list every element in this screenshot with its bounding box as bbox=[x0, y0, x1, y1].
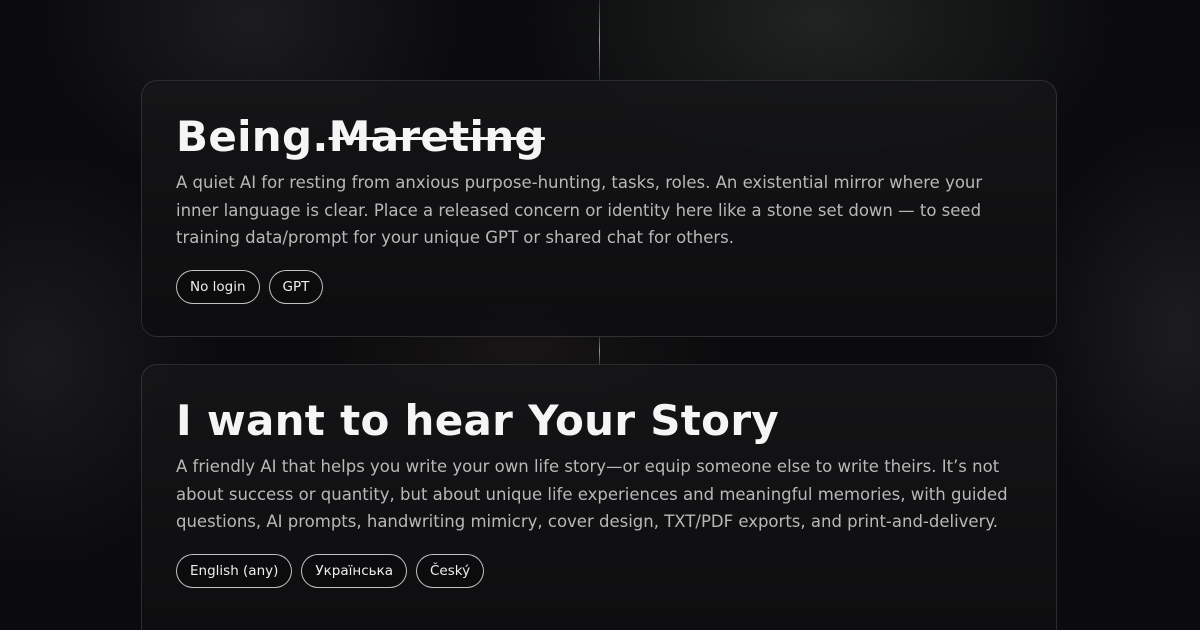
card-title: Being.Mareting bbox=[176, 111, 1022, 163]
timeline-connector-top bbox=[599, 0, 600, 80]
card-description: A friendly AI that helps you write your … bbox=[176, 457, 1008, 531]
title-main: Being. bbox=[176, 112, 329, 161]
project-card-being[interactable]: Being.Mareting A quiet AI for resting fr… bbox=[141, 80, 1057, 337]
tag-ukrainian[interactable]: Українська bbox=[301, 553, 407, 588]
title-struck-word: Mareting bbox=[328, 112, 545, 161]
project-card-your-story[interactable]: I want to hear Your Story A friendly AI … bbox=[141, 364, 1057, 630]
tag-no-login[interactable]: No login bbox=[176, 269, 260, 304]
tag-czech[interactable]: Český bbox=[416, 553, 485, 588]
tag-gpt[interactable]: GPT bbox=[268, 269, 324, 304]
tag-english[interactable]: English (any) bbox=[176, 553, 293, 588]
tag-list: English (any) Українська Český bbox=[176, 553, 1022, 588]
timeline-connector-middle bbox=[599, 337, 600, 365]
tag-list: No login GPT bbox=[176, 269, 1022, 304]
card-title: I want to hear Your Story bbox=[176, 396, 780, 445]
card-description: A quiet AI for resting from anxious purp… bbox=[176, 173, 983, 247]
